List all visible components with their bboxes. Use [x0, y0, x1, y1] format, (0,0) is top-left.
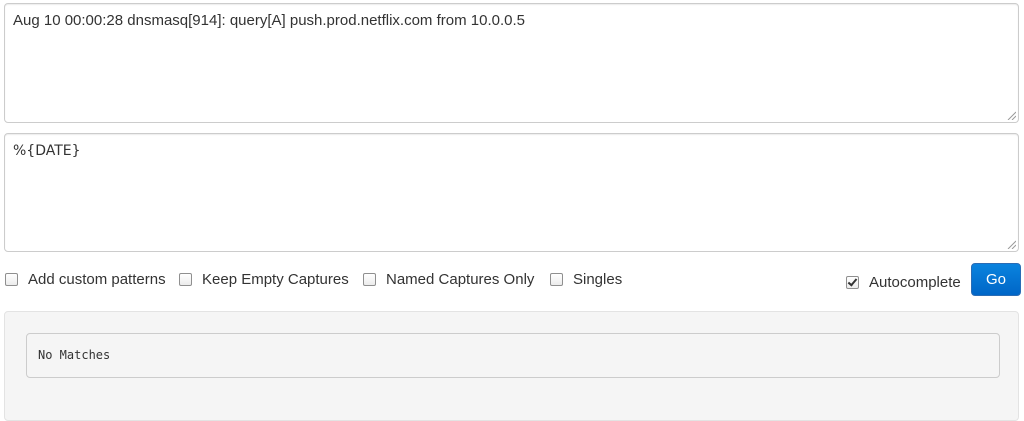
- option-label: Named Captures Only: [386, 271, 535, 288]
- option-named-captures-only[interactable]: Named Captures Only: [363, 271, 534, 288]
- autocomplete-checkbox[interactable]: [846, 276, 859, 289]
- option-autocomplete[interactable]: Autocomplete: [846, 274, 961, 291]
- result-output: No Matches: [26, 333, 1000, 378]
- resize-grip-icon[interactable]: [1007, 240, 1016, 249]
- log-input-text: Aug 10 00:00:28 dnsmasq[914]: query[A] p…: [13, 12, 525, 29]
- log-input-textarea[interactable]: Aug 10 00:00:28 dnsmasq[914]: query[A] p…: [4, 3, 1019, 123]
- pattern-textarea[interactable]: %{DATE}: [4, 133, 1019, 252]
- option-keep-empty-captures[interactable]: Keep Empty Captures: [179, 271, 349, 288]
- option-label: Autocomplete: [869, 274, 961, 291]
- result-panel: No Matches: [4, 311, 1019, 421]
- option-label: Keep Empty Captures: [202, 271, 349, 288]
- keep-empty-captures-checkbox[interactable]: [179, 273, 192, 286]
- pattern-text: %{DATE}: [13, 143, 81, 159]
- resize-grip-icon[interactable]: [1007, 111, 1016, 120]
- add-custom-patterns-checkbox[interactable]: [5, 273, 18, 286]
- go-button[interactable]: Go: [971, 263, 1021, 296]
- option-singles[interactable]: Singles: [550, 271, 622, 288]
- option-add-custom-patterns[interactable]: Add custom patterns: [5, 271, 166, 288]
- option-label: Singles: [573, 271, 623, 288]
- named-captures-only-checkbox[interactable]: [363, 273, 376, 286]
- option-label: Add custom patterns: [28, 271, 166, 288]
- singles-checkbox[interactable]: [550, 273, 563, 286]
- options-row: Add custom patterns Keep Empty Captures …: [4, 266, 1024, 296]
